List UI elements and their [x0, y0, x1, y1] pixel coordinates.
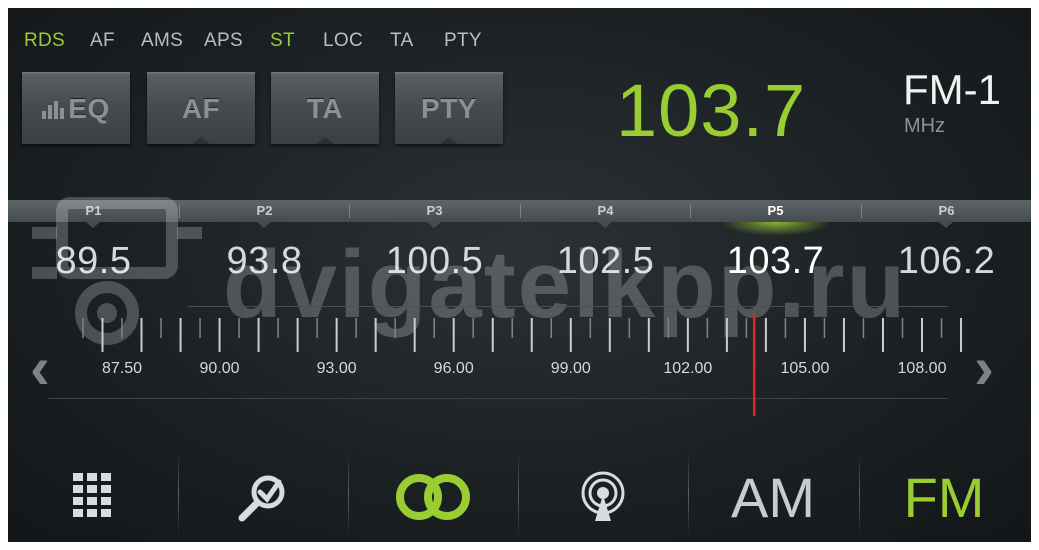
radio-screen: RDS AF AMS APS ST LOC TA PTY EQ AF TA PT… — [8, 8, 1031, 542]
keypad-button[interactable] — [8, 452, 178, 542]
scale-tick-label: 90.00 — [200, 360, 240, 377]
scale-tick-label: 99.00 — [551, 360, 591, 377]
fm-band-button[interactable]: FM — [859, 452, 1029, 542]
scale-tick-label: 108.00 — [898, 360, 947, 377]
scale-tick-label: 87.50 — [102, 360, 142, 377]
broadcast-icon — [581, 471, 625, 521]
am-band-label: AM — [731, 465, 815, 529]
am-band-button[interactable]: AM — [688, 452, 858, 542]
scale-tick-label: 93.00 — [317, 360, 357, 377]
seek-up-icon[interactable]: › — [974, 338, 994, 398]
scale-tick-label: 105.00 — [780, 360, 829, 377]
scale-tick-label: 96.00 — [434, 360, 474, 377]
fm-band-label: FM — [903, 465, 985, 529]
loop-button[interactable] — [348, 452, 518, 542]
seek-down-icon[interactable]: ‹ — [30, 338, 50, 398]
scale-tick-label: 102.00 — [663, 360, 712, 377]
search-check-icon — [238, 475, 285, 522]
keypad-grid-icon — [73, 473, 111, 517]
broadcast-button[interactable] — [518, 452, 688, 542]
scan-button[interactable] — [178, 452, 348, 542]
loop-icon — [396, 474, 470, 520]
